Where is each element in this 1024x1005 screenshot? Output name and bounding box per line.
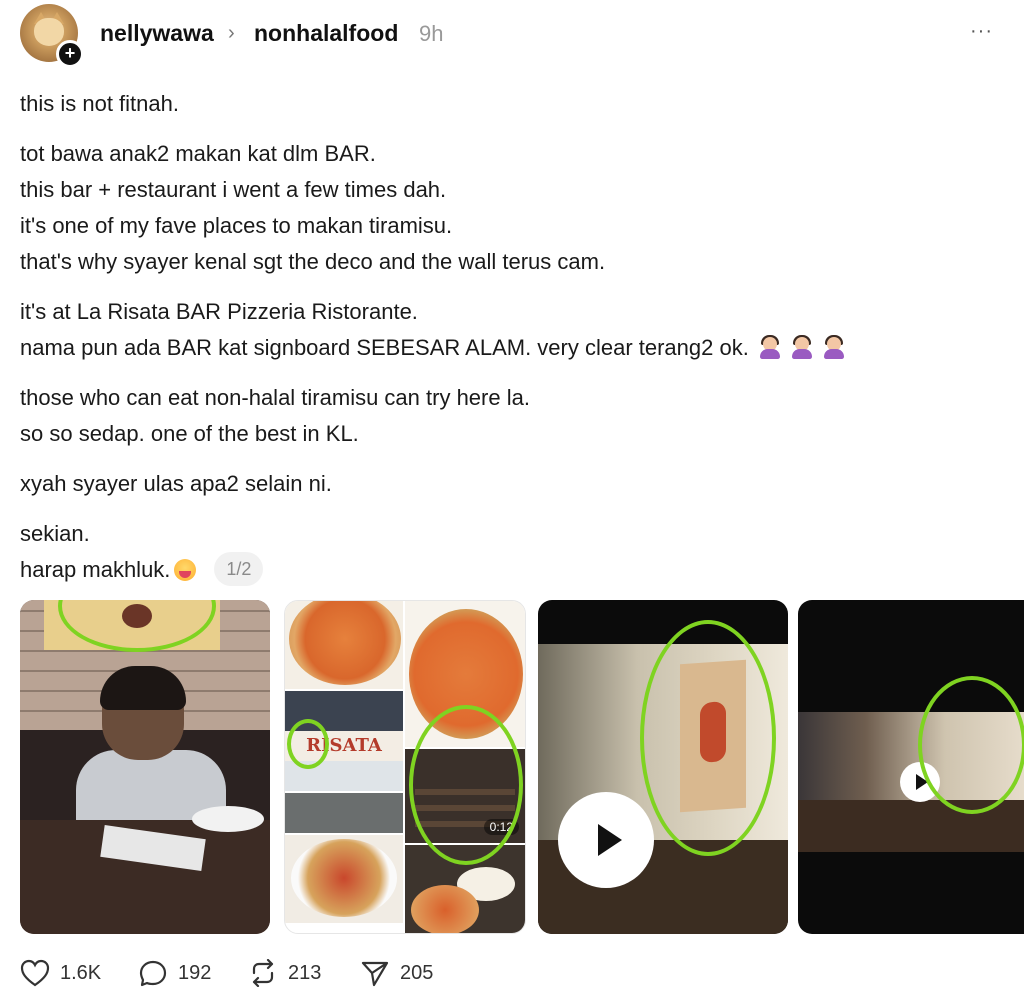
reply-button[interactable]: 192 bbox=[138, 955, 211, 991]
post-paragraph: those who can eat non-halal tiramisu can… bbox=[20, 380, 1010, 452]
post-paragraph: it's at La Risata BAR Pizzeria Ristorant… bbox=[20, 294, 1010, 366]
post-line: it's at La Risata BAR Pizzeria Ristorant… bbox=[20, 299, 418, 324]
post-line: xyah syayer ulas apa2 selain ni. bbox=[20, 471, 332, 496]
highlight-circle bbox=[409, 705, 523, 865]
highlight-circle bbox=[640, 620, 776, 856]
username[interactable]: nellywawa bbox=[100, 20, 214, 47]
play-icon[interactable] bbox=[558, 792, 654, 888]
like-button[interactable]: 1.6K bbox=[20, 955, 101, 991]
post-line: this is not fitnah. bbox=[20, 91, 179, 116]
highlight-circle bbox=[287, 719, 329, 769]
post-line: so so sedap. one of the best in KL. bbox=[20, 421, 359, 446]
repost-icon bbox=[252, 959, 274, 987]
plate bbox=[192, 806, 264, 832]
share-button[interactable]: 205 bbox=[360, 955, 433, 991]
media-photo-collage[interactable]: RISATA 0:12 bbox=[284, 600, 526, 934]
media-video-1[interactable] bbox=[538, 600, 788, 934]
post-line-text: nama pun ada BAR kat signboard SEBESAR A… bbox=[20, 335, 749, 360]
reply-count: 192 bbox=[178, 961, 212, 984]
pasta-photo bbox=[285, 835, 403, 923]
post-line: those who can eat non-halal tiramisu can… bbox=[20, 385, 530, 410]
community-name[interactable]: nonhalalfood bbox=[254, 20, 398, 47]
post-paragraph: sekian. harap makhluk. 1/2 bbox=[20, 516, 1010, 588]
chevron-right-icon: › bbox=[228, 22, 235, 44]
send-icon bbox=[361, 961, 389, 987]
post-paragraph: this is not fitnah. bbox=[20, 86, 1010, 122]
street-photo bbox=[285, 793, 403, 833]
repost-button[interactable]: 213 bbox=[248, 955, 321, 991]
heart-icon bbox=[20, 959, 50, 987]
post-line-with-emoji: nama pun ada BAR kat signboard SEBESAR A… bbox=[20, 330, 1010, 366]
media-photo-1[interactable] bbox=[20, 600, 270, 934]
share-count: 205 bbox=[400, 961, 434, 984]
facepalm-emoji-icon bbox=[759, 335, 781, 359]
post-line: it's one of my fave places to makan tira… bbox=[20, 213, 453, 238]
like-count: 1.6K bbox=[60, 961, 102, 984]
post-line: this bar + restaurant i went a few times… bbox=[20, 177, 447, 202]
repost-count: 213 bbox=[288, 961, 322, 984]
post-line: that's why syayer kenal sgt the deco and… bbox=[20, 249, 606, 274]
post-line: sekian. bbox=[20, 521, 90, 546]
post-line-with-emoji: harap makhluk. 1/2 bbox=[20, 552, 1010, 588]
post-paragraph: tot bawa anak2 makan kat dlm BAR. this b… bbox=[20, 136, 1010, 280]
post-header: + nellywawa › nonhalalfood 9h ··· bbox=[0, 0, 1024, 70]
post-timestamp: 9h bbox=[419, 21, 444, 46]
avatar-face bbox=[34, 18, 64, 46]
media-page-indicator: 1/2 bbox=[214, 552, 264, 586]
more-options-icon[interactable]: ··· bbox=[970, 20, 993, 43]
follow-plus-icon[interactable]: + bbox=[56, 40, 84, 68]
facepalm-emoji-icon bbox=[823, 335, 845, 359]
post-line: tot bawa anak2 makan kat dlm BAR. bbox=[20, 141, 376, 166]
highlight-circle bbox=[918, 676, 1024, 814]
post-line-text: harap makhluk. bbox=[20, 557, 171, 582]
post-paragraph: xyah syayer ulas apa2 selain ni. bbox=[20, 466, 1010, 502]
media-video-2[interactable] bbox=[798, 600, 1024, 934]
facepalm-emoji-icon bbox=[791, 335, 813, 359]
pizza-photo bbox=[285, 601, 403, 689]
comment-icon bbox=[139, 960, 167, 987]
vomiting-face-emoji-icon bbox=[174, 559, 197, 581]
post-body: this is not fitnah. tot bawa anak2 makan… bbox=[20, 86, 1010, 602]
